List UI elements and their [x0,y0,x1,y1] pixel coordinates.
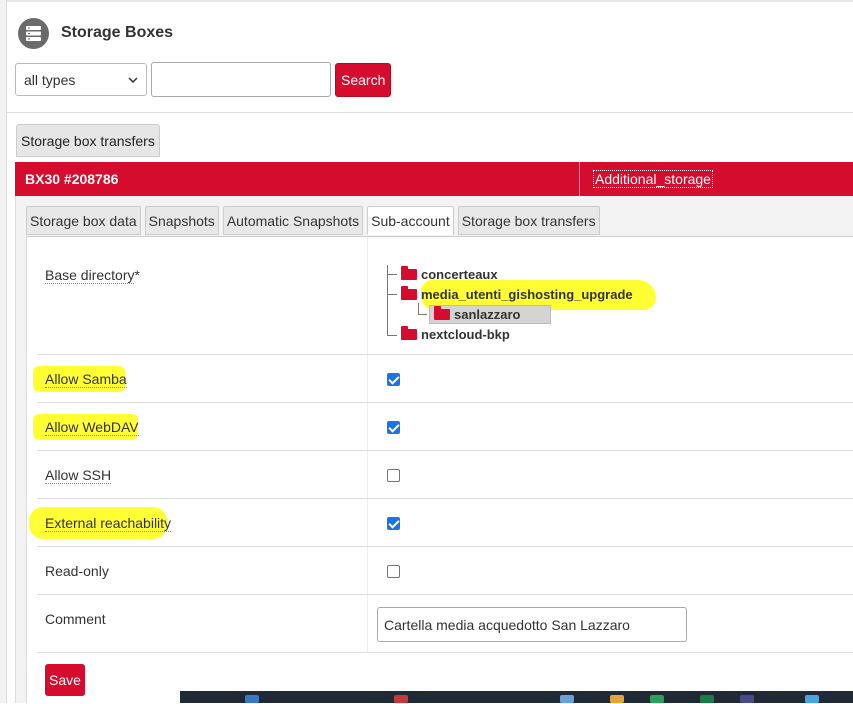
header-divider [579,162,580,196]
allow-webdav-checkbox[interactable] [387,421,400,434]
tree-node-sanlazzaro-selected[interactable]: sanlazzaro [429,305,552,324]
allow-webdav-label: Allow WebDAV [45,419,139,436]
taskbar-app-icon[interactable] [805,695,819,703]
tab-storage-box-data[interactable]: Storage box data [26,206,141,235]
chevron-down-icon [128,76,138,83]
folder-icon [401,325,417,340]
storage-box-id: BX30 #208786 [25,171,119,187]
allow-ssh-row: Allow SSH [37,451,853,499]
taskbar-app-icon[interactable] [700,695,714,703]
save-button[interactable]: Save [45,664,85,696]
taskbar-app-icon[interactable] [560,695,574,703]
read-only-checkbox[interactable] [387,565,400,578]
folder-icon [434,306,450,320]
read-only-label: Read-only [45,563,109,579]
external-reachability-checkbox[interactable] [387,517,400,530]
tab-bar: Storage box data Snapshots Automatic Sna… [26,206,604,235]
taskbar-app-icon[interactable] [740,695,754,703]
taskbar-app-icon[interactable] [610,695,624,703]
allow-samba-checkbox[interactable] [387,373,400,386]
allow-samba-label: Allow Samba [45,371,127,388]
external-reachability-row: External reachability [29,499,853,547]
allow-samba-row: Allow Samba [33,355,853,403]
storage-box-header[interactable]: BX30 #208786 Additional_storage [15,162,853,196]
left-border [0,0,7,703]
search-input[interactable] [151,62,331,97]
comment-row: Comment Cartella media acquedotto San La… [37,595,853,653]
taskbar-app-icon[interactable] [245,695,259,703]
tab-sub-account[interactable]: Sub-account [367,206,454,235]
sub-account-form: Base directory* concerteaux media_utenti… [26,236,853,704]
comment-label: Comment [45,611,106,627]
read-only-row: Read-only [37,547,853,595]
storage-box-transfers-button[interactable]: Storage box transfers [16,124,160,157]
taskbar-app-icon[interactable] [650,695,664,703]
base-directory-label: Base directory* [45,267,140,284]
base-directory-row: Base directory* concerteaux media_utenti… [37,237,853,355]
external-reachability-label: External reachability [45,515,172,532]
storage-box-name-text: Additional_storage [593,170,713,188]
storage-box-panel: Storage box data Snapshots Automatic Sna… [15,196,853,704]
tree-node-nextcloud-bkp[interactable]: nextcloud-bkp [401,325,510,343]
comment-input[interactable]: Cartella media acquedotto San Lazzaro [377,607,687,642]
taskbar-app-icon[interactable] [394,695,408,703]
type-select-value: all types [24,71,76,88]
server-list-icon [18,17,49,49]
folder-open-icon [401,285,417,300]
folder-icon [401,265,417,280]
divider [6,112,853,113]
top-border [0,0,853,2]
allow-ssh-label: Allow SSH [45,467,112,484]
allow-webdav-row: Allow WebDAV [33,403,853,451]
taskbar [180,691,853,703]
type-select[interactable]: all types [15,63,147,96]
tree-node-media-utenti[interactable]: media_utenti_gishosting_upgrade [401,285,633,303]
tab-snapshots[interactable]: Snapshots [144,206,219,235]
filter-bar: all types Search [15,62,392,97]
page-header: Storage Boxes [18,16,173,50]
allow-ssh-checkbox[interactable] [387,469,400,482]
storage-box-name[interactable]: Additional_storage [593,162,713,196]
search-button[interactable]: Search [335,62,392,97]
page-title: Storage Boxes [61,24,174,41]
tab-automatic-snapshots[interactable]: Automatic Snapshots [222,206,364,235]
tab-storage-box-transfers[interactable]: Storage box transfers [457,206,600,235]
